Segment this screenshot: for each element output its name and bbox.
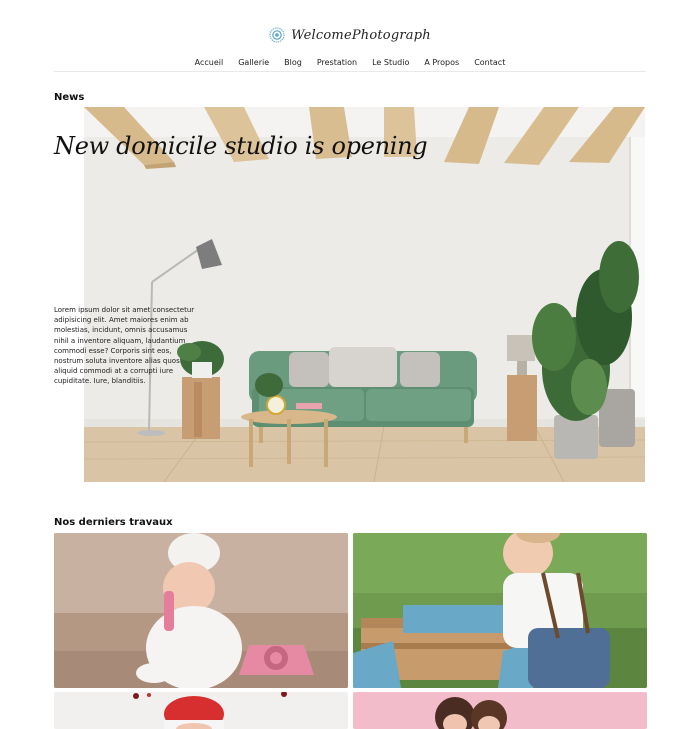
news-body-text: Lorem ipsum dolor sit amet consectetur a…: [54, 306, 195, 386]
nav-divider: [54, 71, 646, 72]
gallery-tile-sisters-pink[interactable]: [353, 692, 647, 729]
nav-item-contact[interactable]: Contact: [474, 56, 505, 70]
nav-item-accueil[interactable]: Accueil: [195, 56, 224, 70]
nav-item-prestation[interactable]: Prestation: [317, 56, 357, 70]
works-section-title: Nos derniers travaux: [54, 517, 173, 528]
news-headline: New domicile studio is opening: [54, 132, 428, 160]
brand-name: WelcomePhotograph: [291, 27, 431, 43]
hero-image-living-room: [84, 107, 645, 482]
nav-item-le-studio[interactable]: Le Studio: [372, 56, 409, 70]
gallery-tile-christmas-baby[interactable]: [54, 692, 348, 729]
main-nav: Accueil Gallerie Blog Prestation Le Stud…: [0, 56, 700, 70]
gallery-tile-baby-pink-phone[interactable]: [54, 533, 348, 688]
brand[interactable]: WelcomePhotograph: [0, 24, 700, 46]
news-section-title: News: [54, 92, 85, 103]
nav-item-gallerie[interactable]: Gallerie: [238, 56, 269, 70]
nav-item-blog[interactable]: Blog: [284, 56, 302, 70]
nav-item-a-propos[interactable]: A Propos: [424, 56, 459, 70]
aperture-icon: [269, 27, 285, 43]
gallery-tile-toddler-outdoor[interactable]: [353, 533, 647, 688]
